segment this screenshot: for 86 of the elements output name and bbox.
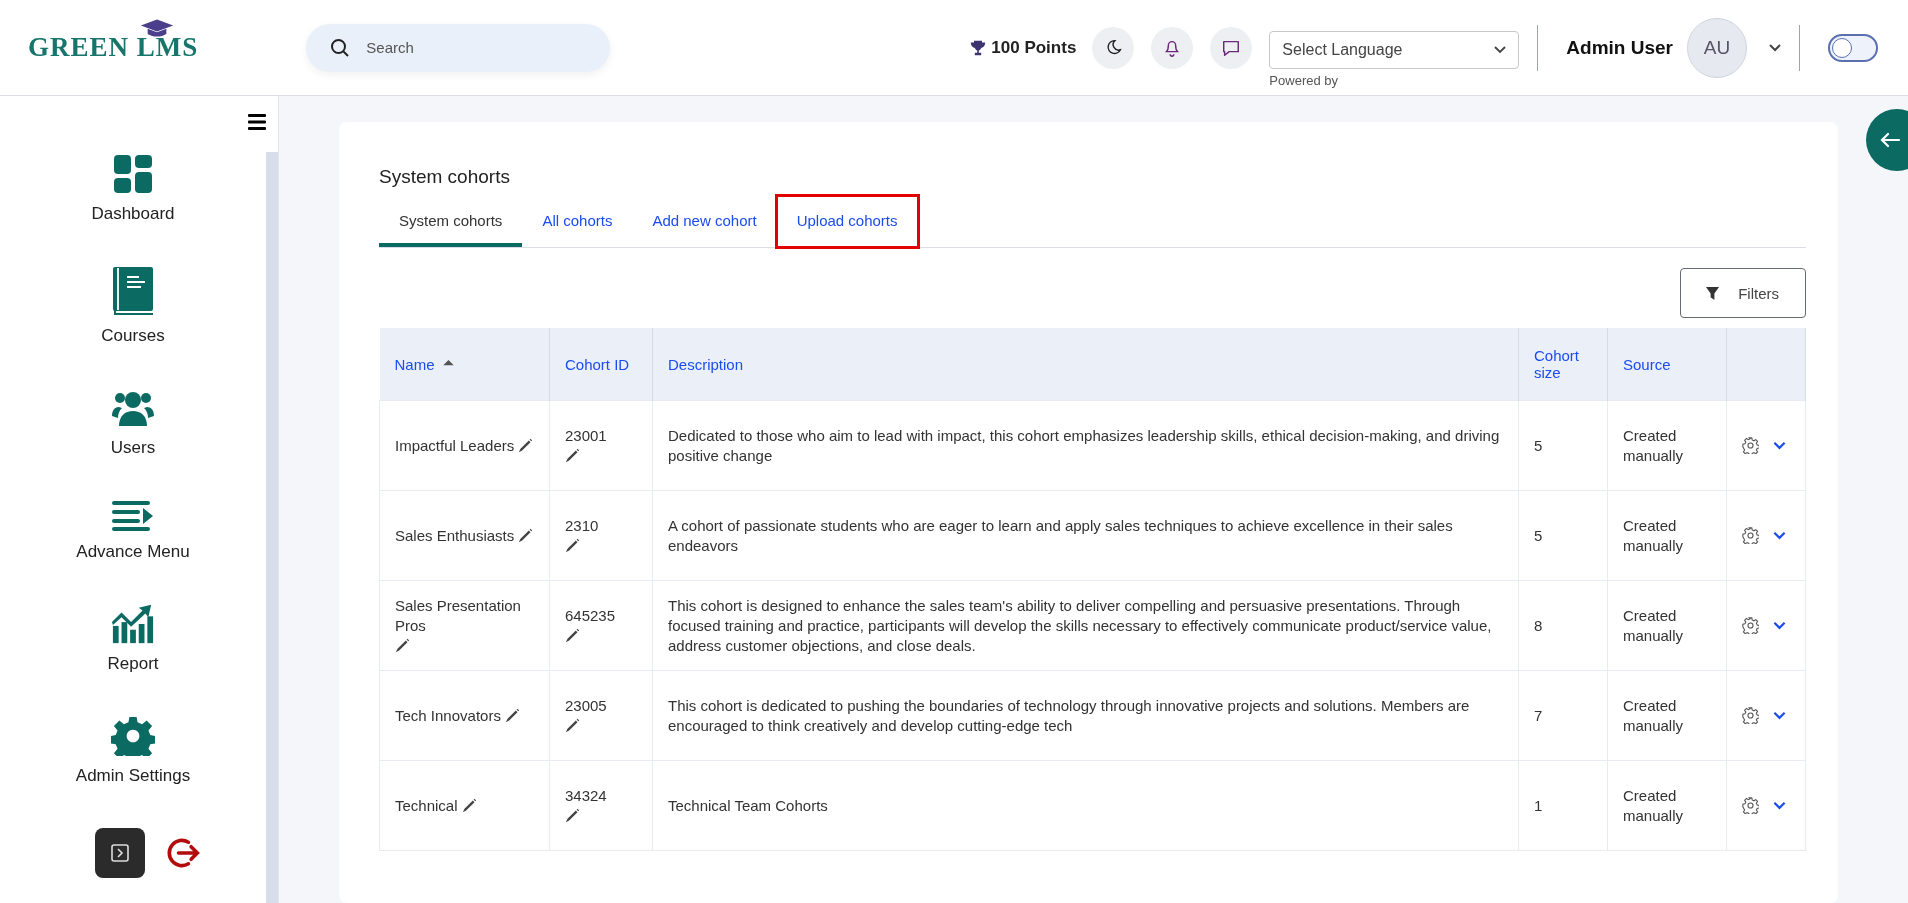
chevron-square-icon bbox=[110, 843, 130, 863]
chevron-down-icon[interactable] bbox=[1773, 801, 1786, 810]
pencil-icon[interactable] bbox=[565, 627, 580, 643]
scrollbar[interactable] bbox=[266, 152, 278, 903]
table-cell: 2310 bbox=[565, 516, 599, 534]
table-cell: Technical bbox=[395, 795, 458, 816]
settings-icon[interactable] bbox=[1742, 437, 1759, 454]
filters-button[interactable]: Filters bbox=[1680, 268, 1806, 318]
table-cell: This cohort is designed to enhance the sales team's ability to deliver compelling and persuasive presentations. Through focused training and practice, participants will develop the skills necessary to effectively communicate product/service value, address customer objections, and close deals. bbox=[668, 596, 1492, 654]
table-cell-text: Sales Presentation Pros bbox=[395, 595, 522, 636]
arrow-left-icon bbox=[1880, 132, 1900, 148]
chevron-down-icon[interactable] bbox=[1773, 621, 1786, 630]
pencil-icon[interactable] bbox=[518, 527, 534, 543]
sidebar-item[interactable]: Report bbox=[107, 604, 159, 674]
book-icon bbox=[111, 266, 155, 316]
page-title: System cohorts bbox=[379, 166, 511, 188]
pencil-icon[interactable] bbox=[395, 637, 410, 653]
trophy-icon bbox=[970, 39, 987, 56]
search-icon bbox=[330, 37, 351, 58]
points-label: 100 Points bbox=[991, 37, 1077, 58]
table-cell: A cohort of passionate students who are eager to learn and apply sales techniques to achieve excellence in their sales endeavors bbox=[668, 516, 1453, 554]
settings-icon[interactable] bbox=[1742, 707, 1759, 724]
search-field[interactable]: Search bbox=[306, 23, 611, 72]
pencil-icon[interactable] bbox=[565, 537, 580, 553]
table-cell: Dedicated to those who aim to lead with impact, this cohort emphasizes leadership skills, ethical decision-making, and driving positive change bbox=[668, 426, 1500, 464]
funnel-icon bbox=[1705, 285, 1721, 301]
table-cell: 7 bbox=[1534, 706, 1543, 724]
pencil-icon[interactable] bbox=[518, 437, 534, 453]
tab[interactable]: Upload cohorts bbox=[776, 196, 918, 247]
chevron-down-icon[interactable] bbox=[1769, 43, 1781, 52]
table-cell: Created manually bbox=[1623, 516, 1684, 554]
tab[interactable]: All cohorts bbox=[522, 202, 633, 247]
table-cell: Sales Enthusiasts bbox=[395, 525, 515, 546]
graduation-cap-icon bbox=[140, 18, 174, 38]
table-cell: Created manually bbox=[1623, 426, 1684, 464]
growth-chart-icon bbox=[111, 604, 155, 644]
table-cell: Created manually bbox=[1623, 696, 1684, 734]
expand-button[interactable] bbox=[95, 828, 145, 878]
pencil-icon[interactable] bbox=[565, 447, 580, 463]
settings-icon[interactable] bbox=[1742, 527, 1759, 544]
table-cell: 5 bbox=[1534, 436, 1543, 454]
table-cell: 23005 bbox=[565, 696, 607, 714]
chevron-down-icon[interactable] bbox=[1773, 441, 1786, 450]
tab[interactable]: System cohorts bbox=[379, 202, 523, 247]
table-cell: 645235 bbox=[565, 606, 616, 624]
table-cell: Created manually bbox=[1623, 606, 1684, 644]
tab[interactable]: Add new cohort bbox=[632, 202, 777, 247]
dashboard-grid-icon bbox=[111, 154, 155, 194]
powered-by-text: Powered by bbox=[1269, 73, 1339, 88]
chevron-down-icon[interactable] bbox=[1773, 531, 1786, 540]
pencil-icon[interactable] bbox=[461, 797, 477, 813]
table-cell: 8 bbox=[1534, 616, 1543, 634]
toggle-switch[interactable] bbox=[1828, 33, 1878, 62]
chevron-down-icon[interactable] bbox=[1773, 711, 1786, 720]
pencil-icon[interactable] bbox=[565, 807, 580, 823]
language-select[interactable]: Select Language bbox=[1269, 31, 1520, 69]
table-cell: Impactful Leaders bbox=[395, 435, 515, 456]
table-cell: Tech Innovators bbox=[395, 705, 501, 726]
table-cell: 23001 bbox=[565, 426, 607, 444]
settings-icon[interactable] bbox=[1742, 617, 1759, 634]
sidebar-item[interactable]: Courses bbox=[101, 266, 165, 346]
chevron-down-icon bbox=[1494, 46, 1507, 54]
column-header[interactable]: Name bbox=[379, 328, 550, 401]
column-header[interactable]: Cohort ID bbox=[549, 328, 653, 401]
sidebar-item[interactable]: Advance Menu bbox=[76, 500, 190, 562]
table-cell: 34324 bbox=[565, 786, 607, 804]
column-header[interactable]: Cohort size bbox=[1518, 328, 1608, 401]
sidebar-item[interactable]: Users bbox=[110, 388, 156, 458]
logo-text: GREEN LMS bbox=[28, 32, 199, 63]
pencil-icon[interactable] bbox=[505, 707, 521, 723]
column-header[interactable]: Description bbox=[652, 328, 1519, 401]
table-cell: 1 bbox=[1534, 796, 1543, 814]
settings-icon bbox=[111, 716, 155, 756]
user-name: Admin User bbox=[1566, 36, 1673, 59]
menu-icon[interactable] bbox=[248, 114, 266, 130]
table-cell: Created manually bbox=[1623, 786, 1684, 824]
table-cell: 5 bbox=[1534, 526, 1543, 544]
sidebar-item[interactable]: Admin Settings bbox=[75, 716, 191, 786]
sidebar-item[interactable]: Dashboard bbox=[91, 154, 175, 224]
table-cell: This cohort is dedicated to pushing the boundaries of technology through innovative projects and solutions. Members are encouraged to think creatively and develop cutting-edge tech bbox=[668, 696, 1470, 734]
settings-icon[interactable] bbox=[1742, 797, 1759, 814]
table-cell: Technical Team Cohorts bbox=[668, 796, 828, 814]
list-arrow-icon bbox=[111, 500, 155, 532]
user-avatar[interactable]: AU bbox=[1687, 17, 1747, 78]
column-header[interactable]: Source bbox=[1607, 328, 1727, 401]
pencil-icon[interactable] bbox=[565, 717, 580, 733]
